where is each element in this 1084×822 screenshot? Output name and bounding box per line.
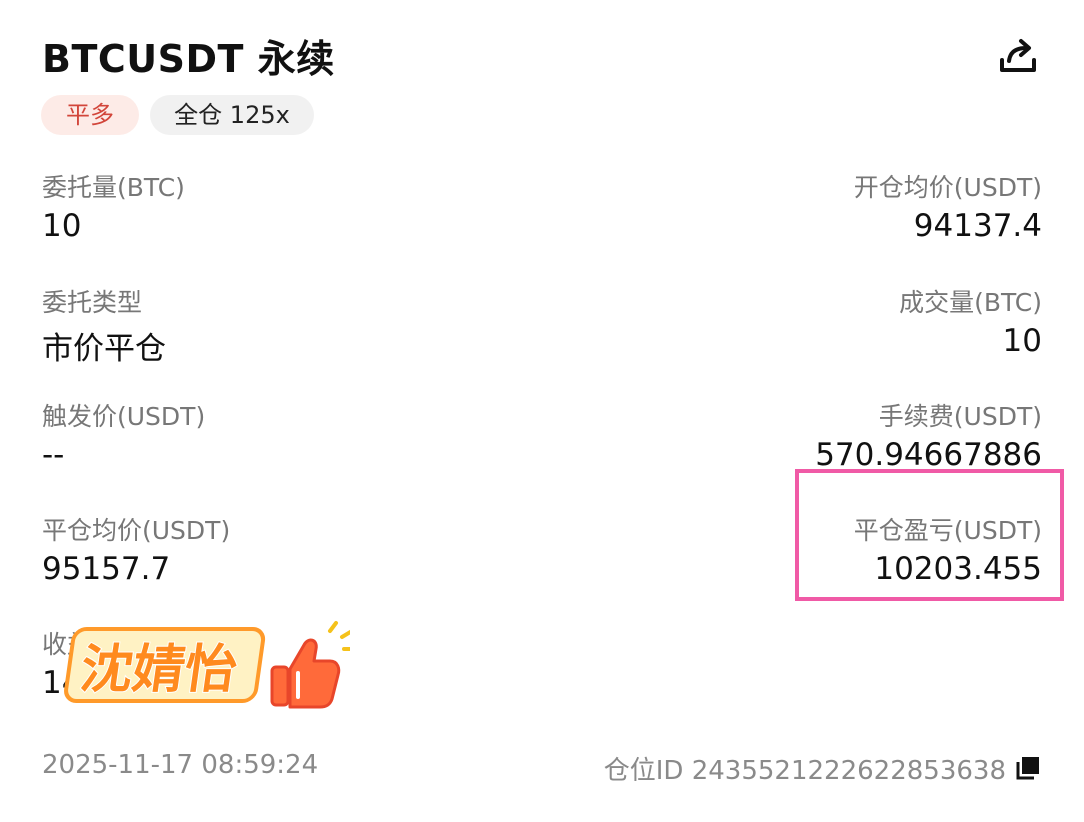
thumbs-up-icon [270,621,350,709]
trigger-price-label: 触发价(USDT) [42,402,206,431]
fee-value: 570.94667886 [815,437,1042,473]
filled-qty-label: 成交量(BTC) [899,288,1042,317]
position-id: 仓位ID 2435521222622853638 [603,756,1006,786]
fee-label: 手续费(USDT) [878,402,1042,431]
order-type-value: 市价平仓 [42,331,166,367]
page-title: BTCUSDT 永续 [42,37,335,81]
order-qty-value: 10 [42,208,82,244]
open-avg-price-value: 94137.4 [913,208,1042,244]
side-tag: 平多 [41,95,139,135]
order-type-label: 委托类型 [42,288,143,317]
share-icon [1000,39,1036,72]
margin-mode-tag: 全仓 125x [150,95,314,135]
trigger-price-value: -- [42,437,65,473]
order-timestamp: 2025-11-17 08:59:24 [42,750,319,780]
order-qty-label: 委托量(BTC) [42,173,185,202]
pnl-highlight-box [795,469,1064,601]
share-button[interactable] [996,34,1040,78]
sticker-name-text: 沈婧怡 [77,640,241,700]
close-avg-price-label: 平仓均价(USDT) [42,516,231,545]
order-detail-page: BTCUSDT 永续 平多 全仓 125x 委托量(BTC) 10 开仓均价(U… [0,0,1084,822]
close-avg-price-value: 95157.7 [42,551,171,587]
open-avg-price-label: 开仓均价(USDT) [853,173,1042,202]
name-sticker: 沈婧怡 [60,605,350,715]
filled-qty-value: 10 [1002,323,1042,359]
copy-icon[interactable] [1014,754,1042,782]
